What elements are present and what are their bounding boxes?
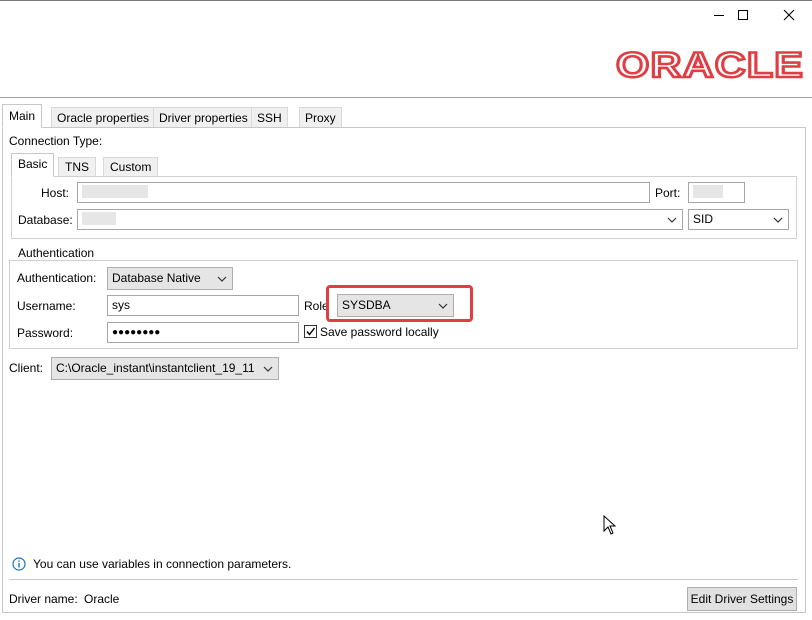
port-value-redacted — [693, 185, 723, 198]
close-icon — [783, 9, 795, 21]
database-value-redacted — [82, 212, 116, 225]
info-icon — [12, 557, 26, 571]
password-input[interactable]: ●●●●●●●● — [107, 322, 299, 343]
password-label: Password: — [17, 326, 74, 340]
authentication-select[interactable]: Database Native — [107, 267, 233, 290]
port-label: Port: — [655, 186, 681, 200]
tab-main[interactable]: Main — [2, 104, 43, 128]
sid-service-select[interactable]: SID — [688, 209, 789, 230]
host-value-redacted — [82, 185, 148, 198]
port-input[interactable] — [688, 182, 745, 203]
host-input[interactable] — [77, 182, 650, 203]
header-divider — [0, 97, 812, 98]
chevron-down-icon — [217, 276, 227, 282]
sid-select-value: SID — [693, 212, 714, 226]
database-combobox[interactable] — [77, 209, 683, 230]
role-label: Role — [304, 299, 329, 313]
maximize-icon — [738, 10, 748, 20]
driver-name-label: Driver name: — [9, 592, 78, 606]
client-select[interactable]: C:\Oracle_instant\instantclient_19_11 — [51, 357, 279, 380]
tab-tns[interactable]: TNS — [58, 157, 96, 177]
oracle-logo: ORACLE — [615, 45, 808, 87]
tab-basic[interactable]: Basic — [11, 153, 55, 177]
window-top-border — [0, 0, 812, 1]
database-label: Database: — [18, 213, 73, 227]
chevron-down-icon — [667, 217, 677, 223]
mouse-cursor-icon — [603, 514, 617, 538]
authentication-group-title: Authentication — [16, 246, 97, 260]
svg-text:ORACLE: ORACLE — [616, 48, 804, 82]
save-password-checkbox[interactable] — [304, 325, 317, 338]
client-label: Client: — [9, 361, 44, 375]
footer-divider — [9, 579, 798, 580]
tab-ssh[interactable]: SSH — [251, 107, 288, 127]
driver-name-value: Oracle — [84, 592, 120, 606]
save-password-label: Save password locally — [320, 325, 439, 339]
tab-proxy[interactable]: Proxy — [299, 107, 342, 127]
role-highlight-annotation — [326, 285, 473, 322]
client-select-value: C:\Oracle_instant\instantclient_19_11 — [56, 361, 255, 375]
maximize-button[interactable] — [720, 0, 766, 30]
tab-custom[interactable]: Custom — [103, 157, 159, 177]
tab-driver-properties[interactable]: Driver properties — [153, 107, 254, 127]
username-input[interactable]: sys — [107, 295, 299, 316]
authentication-select-value: Database Native — [112, 271, 201, 285]
chevron-down-icon — [773, 217, 783, 223]
host-label: Host: — [41, 186, 70, 200]
username-label: Username: — [17, 299, 76, 313]
connection-type-label: Connection Type: — [9, 134, 103, 148]
close-button[interactable] — [766, 0, 812, 30]
variables-info-text: You can use variables in connection para… — [33, 557, 292, 571]
authentication-label: Authentication: — [17, 271, 97, 285]
tab-oracle-properties[interactable]: Oracle properties — [51, 107, 156, 127]
chevron-down-icon — [263, 366, 273, 372]
checkmark-icon — [306, 327, 316, 336]
edit-driver-settings-button[interactable]: Edit Driver Settings — [687, 587, 797, 611]
